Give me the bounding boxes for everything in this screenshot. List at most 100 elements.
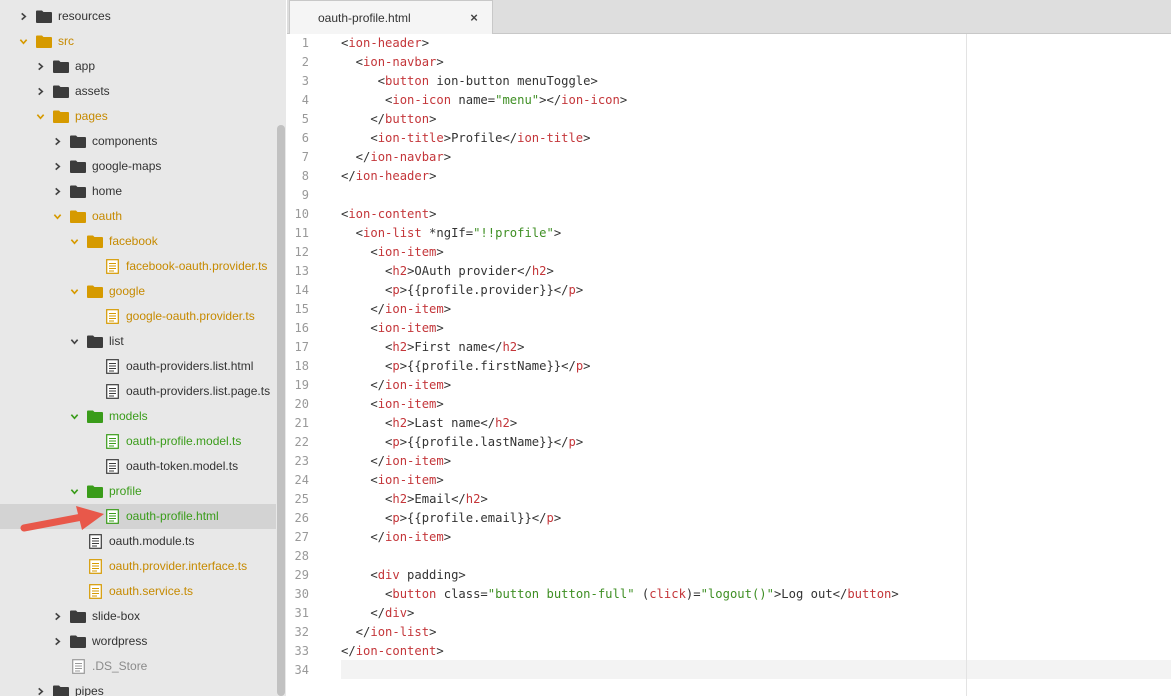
code-line[interactable]: </ion-item> — [341, 300, 451, 319]
chevron-down-icon[interactable] — [69, 487, 79, 497]
chevron-down-icon[interactable] — [52, 212, 62, 222]
folder-icon — [53, 60, 69, 74]
code-line[interactable]: <p>{{profile.provider}}</p> — [341, 281, 583, 300]
tree-item[interactable]: facebook — [0, 229, 276, 254]
tree-item[interactable]: .DS_Store — [0, 654, 276, 679]
code-line[interactable]: <button class="button button-full" (clic… — [341, 585, 899, 604]
chevron-right-icon[interactable] — [52, 612, 62, 622]
code-token-text: > — [436, 644, 444, 658]
line-number: 2 — [301, 55, 309, 69]
code-line[interactable]: </button> — [341, 110, 436, 129]
tree-item[interactable]: oauth-providers.list.html — [0, 354, 276, 379]
tree-item-label: facebook-oauth.provider.ts — [126, 259, 268, 273]
tree-item-label: assets — [75, 84, 110, 98]
chevron-down-icon[interactable] — [69, 412, 79, 422]
code-line[interactable]: <ion-item> — [341, 319, 443, 338]
code-token-text: > — [619, 93, 628, 107]
code-line[interactable]: <ion-item> — [341, 243, 443, 262]
chevron-down-icon[interactable] — [35, 112, 45, 122]
code-token-text: < — [341, 359, 393, 373]
code-line[interactable]: </ion-item> — [341, 452, 451, 471]
code-token-text: < — [341, 416, 393, 430]
chevron-right-icon[interactable] — [35, 87, 45, 97]
code-token-text: </ — [341, 530, 386, 544]
line-number: 9 — [301, 188, 309, 202]
tree-item[interactable]: oauth — [0, 204, 276, 229]
close-icon[interactable]: × — [468, 11, 480, 24]
tree-item[interactable]: facebook-oauth.provider.ts — [0, 254, 276, 279]
code-token-text: >{{profile.lastName}}</ — [399, 435, 569, 449]
code-line[interactable]: <h2>First name</h2> — [341, 338, 524, 357]
tree-item-label: src — [58, 34, 74, 48]
code-token-text: > — [429, 112, 437, 126]
code-line[interactable]: <h2>Last name</h2> — [341, 414, 517, 433]
tab-oauth-profile-html[interactable]: oauth-profile.html × — [289, 0, 493, 34]
code-line[interactable]: <ion-header> — [341, 34, 429, 53]
chevron-down-icon[interactable] — [18, 37, 28, 47]
chevron-down-icon[interactable] — [69, 337, 79, 347]
chevron-right-icon[interactable] — [52, 137, 62, 147]
line-number: 13 — [294, 264, 309, 278]
code-line[interactable]: </ion-header> — [341, 167, 436, 186]
code-token-text: </ — [341, 302, 386, 316]
line-number: 24 — [294, 473, 309, 487]
tree-item[interactable]: app — [0, 54, 276, 79]
tree-item[interactable]: components — [0, 129, 276, 154]
code-line[interactable]: </ion-item> — [341, 528, 451, 547]
code-line[interactable]: <ion-icon name="menu"></ion-icon> — [341, 91, 627, 110]
code-token-tag: ion-icon — [561, 93, 620, 107]
code-line[interactable]: <button ion-button menuToggle> — [341, 72, 598, 91]
code-line[interactable]: </ion-navbar> — [341, 148, 451, 167]
code-line[interactable]: <ion-item> — [341, 395, 443, 414]
tree-item[interactable]: src — [0, 29, 276, 54]
tree-item[interactable]: google-maps — [0, 154, 276, 179]
tree-item[interactable]: list — [0, 329, 276, 354]
chevron-right-icon[interactable] — [52, 187, 62, 197]
tree-item[interactable]: slide-box — [0, 604, 276, 629]
tree-item[interactable]: oauth.provider.interface.ts — [0, 554, 276, 579]
code-line[interactable]: </ion-item> — [341, 376, 451, 395]
code-line[interactable]: <ion-content> — [341, 205, 436, 224]
code-line[interactable]: <h2>OAuth provider</h2> — [341, 262, 554, 281]
tree-item-label: profile — [109, 484, 142, 498]
tree-item[interactable]: oauth-token.model.ts — [0, 454, 276, 479]
code-line[interactable]: <ion-item> — [341, 471, 443, 490]
tree-item[interactable]: assets — [0, 79, 276, 104]
code-token-text: >Email</ — [407, 492, 466, 506]
code-editor[interactable]: 1 2 3 4 5 6 7 8 9 10 11 12 13 14 15 16 17 18 19 20 21 22 23 24 2… — [287, 34, 1171, 696]
tree-item[interactable]: google — [0, 279, 276, 304]
code-line[interactable]: <ion-navbar> — [341, 53, 444, 72]
tree-item[interactable]: google-oauth.provider.ts — [0, 304, 276, 329]
sidebar-scrollbar-thumb[interactable] — [277, 125, 285, 696]
tree-item[interactable]: wordpress — [0, 629, 276, 654]
code-line[interactable]: <p>{{profile.email}}</p> — [341, 509, 561, 528]
chevron-right-icon[interactable] — [35, 687, 45, 696]
code-token-tag: ion-item — [377, 245, 437, 259]
chevron-right-icon[interactable] — [52, 637, 62, 647]
tree-item[interactable]: oauth-profile.model.ts — [0, 429, 276, 454]
code-line[interactable]: <h2>Email</h2> — [341, 490, 488, 509]
chevron-right-icon[interactable] — [18, 12, 28, 22]
tree-item[interactable]: oauth.service.ts — [0, 579, 276, 604]
tree-item[interactable]: pipes — [0, 679, 276, 696]
code-line[interactable]: <ion-title>Profile</ion-title> — [341, 129, 590, 148]
tree-item[interactable]: home — [0, 179, 276, 204]
tree-item[interactable]: oauth-providers.list.page.ts — [0, 379, 276, 404]
code-line[interactable]: </div> — [341, 604, 414, 623]
code-line[interactable]: </ion-content> — [341, 642, 444, 661]
code-line[interactable]: <div padding> — [341, 566, 465, 585]
code-token-text: >{{profile.email}}</ — [399, 511, 547, 525]
code-line[interactable]: <p>{{profile.lastName}}</p> — [341, 433, 583, 452]
chevron-down-icon[interactable] — [69, 237, 79, 247]
code-line[interactable]: <ion-list *ngIf="!!profile"> — [341, 224, 561, 243]
tree-item[interactable]: resources — [0, 4, 276, 29]
chevron-right-icon[interactable] — [35, 62, 45, 72]
chevron-right-icon[interactable] — [52, 162, 62, 172]
tree-item[interactable]: models — [0, 404, 276, 429]
chevron-down-icon[interactable] — [69, 287, 79, 297]
tree-item[interactable]: pages — [0, 104, 276, 129]
folder-icon — [53, 85, 69, 99]
code-token-tag: h2 — [531, 264, 547, 278]
code-line[interactable]: </ion-list> — [341, 623, 437, 642]
code-line[interactable]: <p>{{profile.firstName}}</p> — [341, 357, 591, 376]
